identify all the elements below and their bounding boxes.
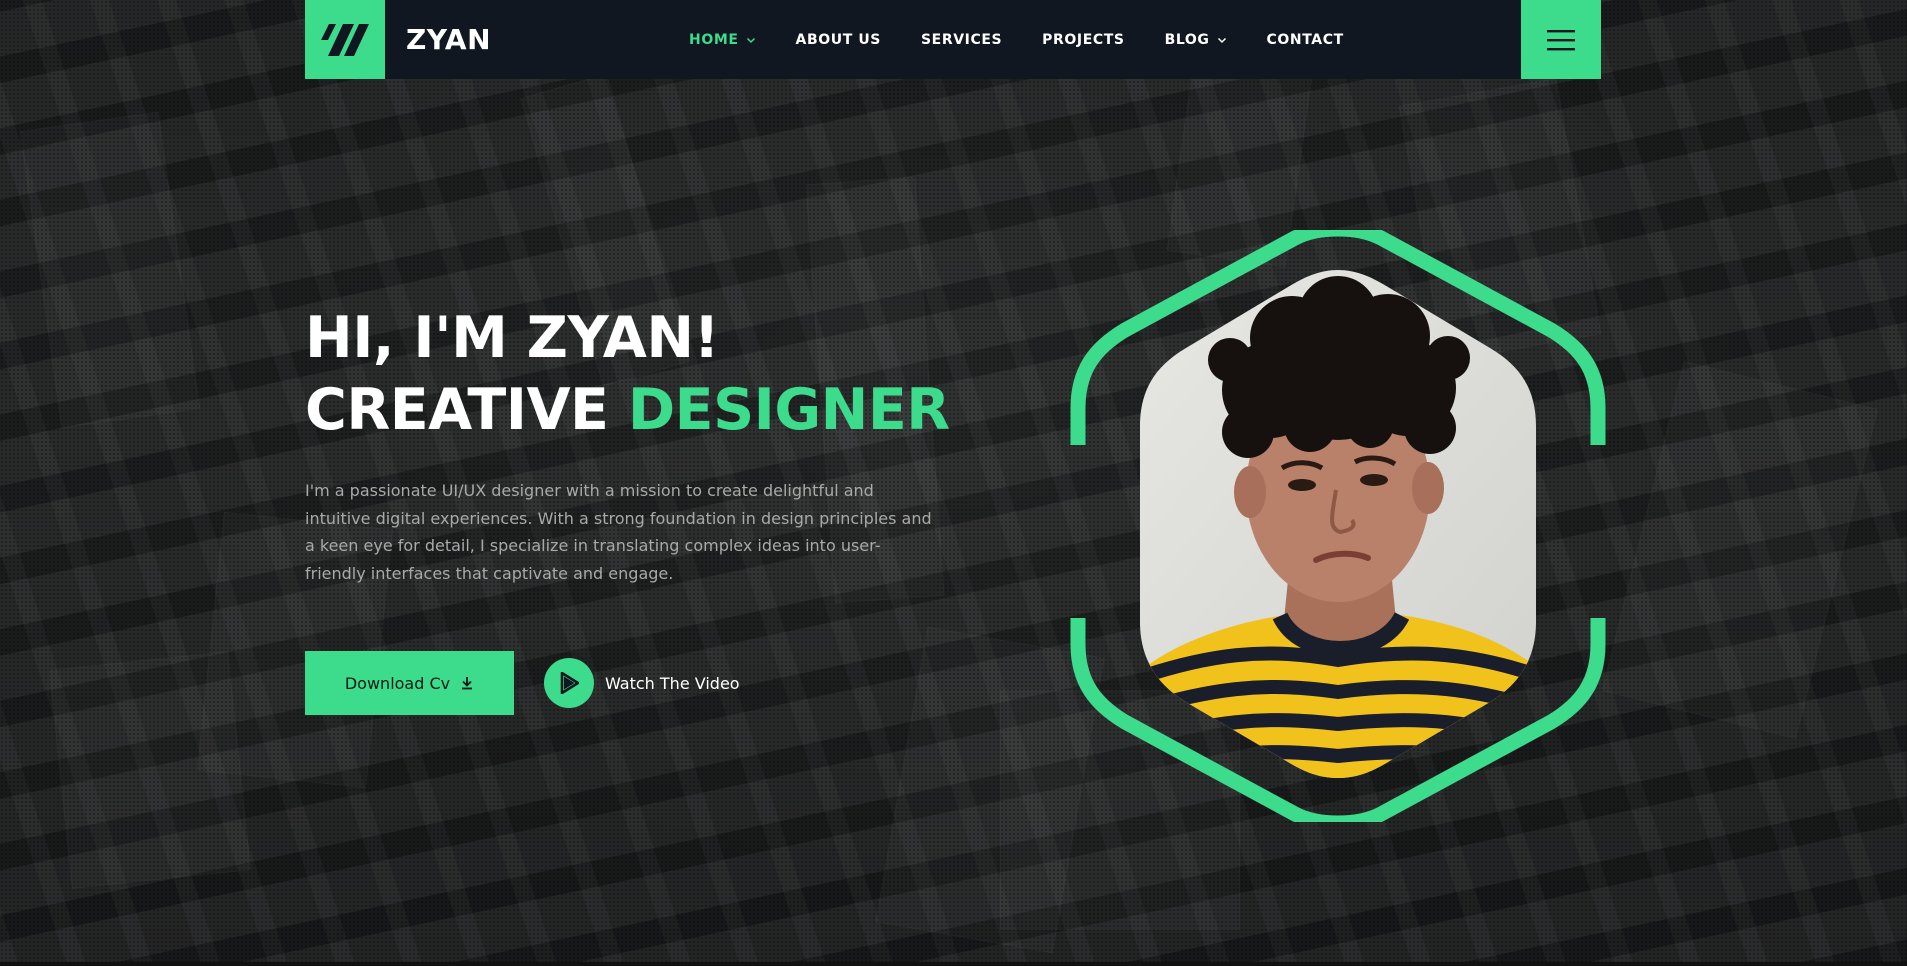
site-header: ZYAN HOME ABOUT US SERVICES PROJECTS BLO… bbox=[305, 0, 1601, 79]
nav-item-label: ABOUT US bbox=[795, 31, 881, 48]
play-icon bbox=[560, 672, 579, 694]
download-cv-button[interactable]: Download Cv bbox=[305, 651, 514, 715]
menu-button[interactable] bbox=[1521, 0, 1601, 79]
hero-title: HI, I'M ZYAN! CREATIVE DESIGNER bbox=[305, 302, 950, 446]
download-cv-label: Download Cv bbox=[344, 673, 451, 693]
play-button[interactable] bbox=[544, 658, 594, 708]
nav-item-blog[interactable]: BLOG bbox=[1165, 32, 1227, 48]
hero-title-line2: CREATIVE bbox=[305, 377, 609, 443]
bottom-edge bbox=[0, 962, 1907, 966]
profile-portrait bbox=[1070, 230, 1606, 822]
background-shade bbox=[0, 0, 1907, 966]
nav-item-label: CONTACT bbox=[1266, 31, 1344, 48]
nav-item-label: PROJECTS bbox=[1042, 31, 1125, 48]
chevron-down-icon bbox=[1217, 37, 1226, 43]
main-nav: HOME ABOUT US SERVICES PROJECTS BLOG CON… bbox=[689, 0, 1384, 79]
brand-name[interactable]: ZYAN bbox=[406, 23, 491, 56]
nav-item-label: SERVICES bbox=[920, 31, 1003, 48]
portrait-photo bbox=[1140, 270, 1536, 778]
watch-video-link[interactable]: Watch The Video bbox=[544, 658, 740, 708]
nav-item-about-us[interactable]: ABOUT US bbox=[796, 32, 881, 48]
nav-item-home[interactable]: HOME bbox=[689, 32, 756, 48]
hero-title-line1: HI, I'M ZYAN! bbox=[305, 305, 720, 371]
hamburger-icon bbox=[1547, 29, 1575, 50]
chevron-down-icon bbox=[746, 37, 755, 43]
nav-item-projects[interactable]: PROJECTS bbox=[1042, 32, 1124, 48]
nav-item-label: BLOG bbox=[1164, 31, 1210, 48]
nav-item-label: HOME bbox=[689, 31, 739, 48]
nav-item-services[interactable]: SERVICES bbox=[921, 32, 1002, 48]
hero-description: I'm a passionate UI/UX designer with a m… bbox=[305, 481, 932, 583]
hero-title-accent: DESIGNER bbox=[627, 377, 950, 443]
watch-video-label: Watch The Video bbox=[605, 673, 740, 693]
nav-item-contact[interactable]: CONTACT bbox=[1267, 32, 1344, 48]
logo[interactable] bbox=[305, 0, 385, 79]
download-icon bbox=[462, 677, 473, 690]
slash-stripes-logo-icon bbox=[321, 23, 369, 56]
